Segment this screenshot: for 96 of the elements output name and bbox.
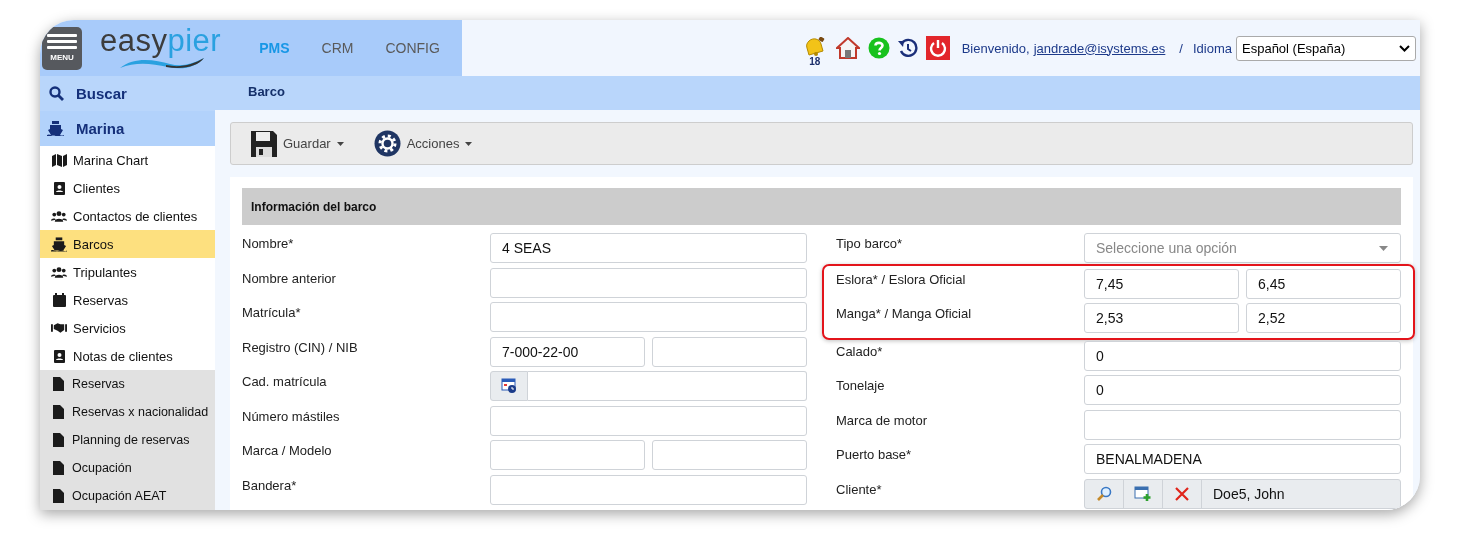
sidebar-item[interactable]: Servicios <box>40 314 215 342</box>
sidebar-item[interactable]: Barcos <box>40 230 215 258</box>
power-icon[interactable] <box>925 36 950 60</box>
file-icon <box>53 489 64 503</box>
sidebar-item[interactable]: Ocupación <box>40 454 215 482</box>
toolbar-button[interactable]: Guardar <box>251 130 344 157</box>
sidebar-item[interactable]: Planning de reservas <box>40 426 215 454</box>
toolbar-button[interactable]: Acciones <box>373 130 473 157</box>
language-label: Idioma <box>1192 40 1232 56</box>
home-icon[interactable] <box>835 37 860 59</box>
users-icon <box>51 209 67 223</box>
chevron-down-icon <box>1399 44 1410 52</box>
text-field[interactable]: 7,45 <box>1084 268 1239 299</box>
sidebar-item[interactable]: Reservas <box>40 370 215 398</box>
close-icon <box>1175 486 1189 501</box>
users-icon <box>51 265 67 279</box>
file-icon <box>53 461 64 475</box>
logo: easypier <box>100 26 222 70</box>
sidebar-item[interactable]: Notas de clientes <box>40 342 215 370</box>
text-field[interactable] <box>652 336 807 367</box>
section-title: Información del barco <box>242 188 1401 225</box>
field-label: Registro (CIN) / NIB <box>242 338 359 355</box>
field-label: Puerto base* <box>836 446 913 462</box>
help-icon[interactable] <box>867 37 890 59</box>
text-field[interactable] <box>1084 409 1401 440</box>
separator-text: / <box>1179 40 1183 56</box>
user-link[interactable]: jandrade@isystems.es <box>1033 40 1166 56</box>
field-label: Cliente* <box>836 480 883 497</box>
field-label: Tipo barco* <box>836 235 903 251</box>
field-label: Bandera* <box>242 476 298 493</box>
file-icon <box>53 405 64 419</box>
nav-tab[interactable]: CONFIG <box>369 40 456 56</box>
sidebar-item[interactable]: Reservas x nacionalidad <box>40 398 215 426</box>
date-field[interactable] <box>528 371 807 401</box>
dropdown-arrow-icon <box>1379 245 1388 251</box>
contact-card-icon <box>52 181 66 195</box>
section-header[interactable]: Marina <box>40 111 215 146</box>
text-field[interactable] <box>490 302 807 332</box>
bell-icon[interactable] <box>803 37 826 57</box>
text-field[interactable] <box>490 440 645 470</box>
field-label: Marca / Modelo <box>242 442 333 458</box>
ship-icon <box>47 121 64 136</box>
welcome-text: Bienvenido, <box>961 40 1030 56</box>
text-field[interactable]: 4 SEAS <box>490 233 807 263</box>
client-name: Doe5, John <box>1212 484 1285 504</box>
menu-button[interactable]: MENU <box>42 26 82 70</box>
gear-icon <box>373 130 401 157</box>
history-icon[interactable] <box>897 38 918 58</box>
breadcrumb-title: Barco <box>215 76 1420 110</box>
file-icon <box>53 377 64 391</box>
sidebar-item[interactable]: Clientes <box>40 174 215 202</box>
text-field[interactable]: 0 <box>1084 375 1401 405</box>
sidebar-item[interactable]: Reservas <box>40 286 215 314</box>
map-icon <box>51 153 67 167</box>
sidebar-item[interactable]: Ocupación AEAT <box>40 482 215 510</box>
text-field[interactable] <box>652 440 807 470</box>
field-label: Nombre* <box>242 235 295 251</box>
text-field[interactable] <box>490 267 807 298</box>
client-lookup-field[interactable]: Doe5, John <box>1084 478 1401 509</box>
calendar-icon <box>52 293 66 307</box>
search-icon <box>49 86 64 101</box>
notification-count: 18 <box>809 57 821 67</box>
magnifier-icon <box>1096 485 1112 502</box>
nav-tab[interactable]: CRM <box>305 40 370 56</box>
field-label: Eslora* / Eslora Oficial <box>836 270 967 287</box>
caret-icon <box>336 141 344 146</box>
field-label: Cad. matrícula <box>242 373 328 389</box>
contact-card-icon <box>52 349 66 363</box>
field-label: Manga* / Manga Oficial <box>836 305 973 321</box>
file-icon <box>53 433 64 447</box>
field-label: Número mástiles <box>242 407 341 424</box>
calendar-button[interactable] <box>490 371 528 401</box>
sidebar-item[interactable]: Contactos de clientes <box>40 202 215 230</box>
field-label: Matrícula* <box>242 304 302 320</box>
text-field[interactable]: 6,45 <box>1246 268 1401 299</box>
field-label: Calado* <box>836 342 884 359</box>
calendar-clock-icon <box>501 378 517 394</box>
sidebar-item[interactable]: Tripulantes <box>40 258 215 286</box>
text-field[interactable]: 0 <box>1084 340 1401 371</box>
search-link[interactable]: Buscar <box>40 76 215 111</box>
text-field[interactable]: 7-000-22-00 <box>490 336 645 367</box>
field-label: Marca de motor <box>836 411 929 428</box>
sidebar-item[interactable]: Marina Chart <box>40 146 215 174</box>
window-plus-icon <box>1134 485 1152 502</box>
ship-icon <box>51 236 67 252</box>
text-field[interactable] <box>490 405 807 436</box>
text-field[interactable]: 2,53 <box>1084 303 1239 333</box>
text-field[interactable] <box>490 474 807 505</box>
text-field[interactable]: BENALMADENA <box>1084 444 1401 474</box>
handshake-icon <box>51 322 67 334</box>
text-field[interactable]: 2,52 <box>1246 303 1401 333</box>
caret-icon <box>465 141 473 146</box>
field-label: Tonelaje <box>836 377 886 393</box>
field-label: Nombre anterior <box>242 269 337 286</box>
select-field[interactable]: Seleccione una opción <box>1084 233 1401 263</box>
language-select[interactable]: Español (España) <box>1236 35 1416 61</box>
